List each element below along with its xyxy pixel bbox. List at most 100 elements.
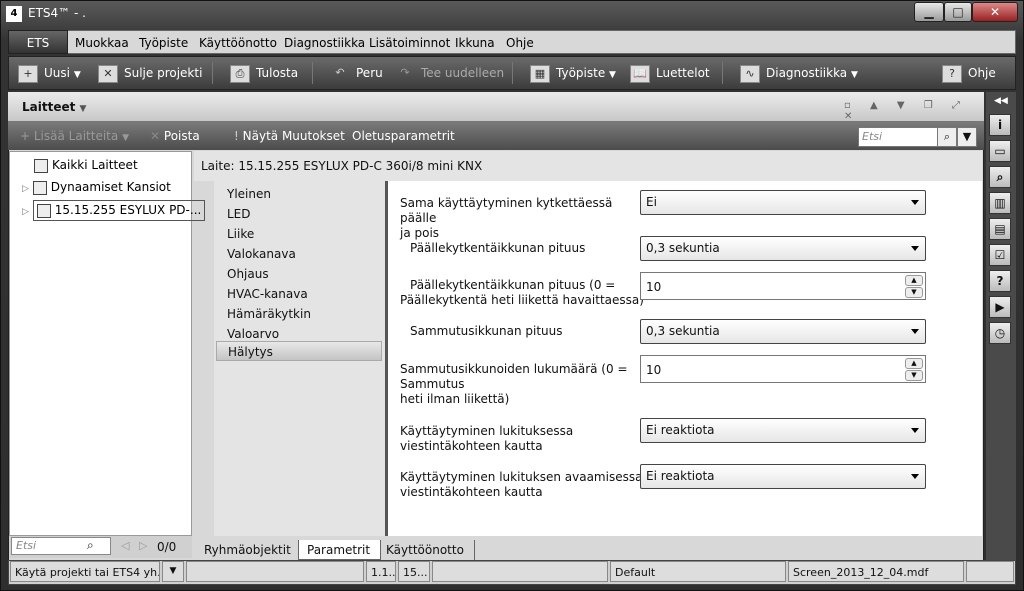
search-icon[interactable]: ⌕ (937, 127, 957, 147)
workspace-button[interactable]: ▦ Työpiste ▼ (530, 56, 616, 90)
printer-icon: ⎙ (230, 64, 250, 83)
param-label: Sammutusikkunan pituus (410, 324, 563, 338)
menu-window[interactable]: Ikkuna (455, 36, 495, 50)
nav-item-alarm[interactable]: Hälytys (216, 341, 382, 361)
collapse-icon[interactable]: ◀◀ (994, 96, 1008, 106)
menu-help[interactable]: Ohje (506, 36, 534, 50)
menu-edit[interactable]: Muokkaa (75, 36, 129, 50)
new-button[interactable]: + Uusi ▼ (18, 56, 81, 90)
help-button[interactable]: ? Ohje (942, 56, 996, 90)
menu-workspace[interactable]: Työpiste (139, 36, 188, 50)
add-devices-button[interactable]: + Lisää Laitteita ▼ (20, 129, 129, 143)
show-changes-button[interactable]: ! Näytä Muutokset (234, 129, 345, 143)
folder-search-icon (32, 180, 47, 195)
spin-up-icon[interactable]: ▲ (905, 275, 923, 286)
checklist-icon[interactable]: ☑ (989, 244, 1011, 266)
param-label: Sama käyttäytyminen kytkettäessä päälle … (400, 196, 613, 240)
default-params-button[interactable]: Oletusparametrit (352, 129, 455, 143)
tab-parameters[interactable]: Parametrit (298, 540, 382, 560)
close-button[interactable]: ✕ (972, 2, 1018, 22)
status-cell (432, 561, 608, 582)
book-icon[interactable]: ▤ (989, 218, 1011, 240)
param-lock-behavior-dropdown[interactable]: Ei reaktiota (640, 418, 926, 443)
info-icon: ! (234, 129, 239, 143)
spin-down-icon[interactable]: ▼ (905, 287, 923, 298)
maximize-button[interactable]: □ (944, 2, 972, 22)
tree-item-device[interactable]: ▷ 15.15.255 ESYLUX PD-... (22, 200, 206, 221)
tree-item-dynamic-folders[interactable]: ▷ Dynaamiset Kansiot (22, 180, 171, 195)
tab-commissioning[interactable]: Käyttöönotto (378, 540, 475, 560)
print-button[interactable]: ⎙ Tulosta (230, 56, 298, 90)
nav-item-led[interactable]: LED (227, 207, 251, 221)
devices-icon (34, 158, 48, 173)
next-icon[interactable]: ▷ (139, 539, 147, 552)
param-off-window-length-dropdown[interactable]: 0,3 sekuntia (640, 319, 926, 344)
undo-button[interactable]: ↶ Peru (330, 56, 382, 90)
prev-icon[interactable]: ◁ (121, 539, 129, 552)
filter-icon[interactable]: ▼ (957, 127, 977, 147)
delete-button[interactable]: ✕ Poista (150, 129, 200, 143)
redo-button[interactable]: ↷ Tee uudelleen (395, 56, 504, 90)
diagnostics-button[interactable]: ∿ Diagnostiikka ▼ (740, 56, 858, 90)
param-unlock-behavior-dropdown[interactable]: Ei reaktiota (640, 464, 926, 489)
dropdown-value: 0,3 sekuntia (646, 324, 720, 338)
chevron-down-icon[interactable]: ▼ (162, 561, 184, 582)
param-on-window-count-input[interactable]: 10 ▲ ▼ (640, 272, 926, 300)
tree-item-label: Kaikki Laitteet (52, 158, 138, 172)
menu-diagnostics[interactable]: Diagnostiikka (284, 36, 365, 50)
search-icon[interactable]: ⌕ (989, 166, 1011, 188)
param-same-behavior-dropdown[interactable]: Ei (640, 190, 926, 215)
param-label: Käyttäytyminen lukituksen avaamisessa vi… (400, 470, 643, 499)
help-icon[interactable]: ? (989, 270, 1011, 292)
book-icon: 📖 (630, 64, 650, 83)
spin-up-icon[interactable]: ▲ (905, 358, 923, 369)
nav-item-light-channel[interactable]: Valokanava (227, 247, 296, 261)
catalogs-label: Luettelot (656, 66, 710, 80)
help-label: Ohje (968, 66, 996, 80)
panel-title[interactable]: Laitteet ▼ (22, 100, 86, 114)
chevron-down-icon (911, 200, 919, 205)
status-line-address: 1.1... (366, 561, 396, 582)
workspace-label: Työpiste (556, 66, 606, 80)
nav-item-control[interactable]: Ohjaus (227, 267, 269, 281)
new-label: Uusi (44, 66, 70, 80)
tab-group-objects[interactable]: Ryhmäobjektit (196, 540, 302, 560)
tree-item-all-devices[interactable]: Kaikki Laitteet (34, 158, 138, 173)
nav-item-motion[interactable]: Liike (227, 227, 254, 241)
redo-label: Tee uudelleen (421, 66, 505, 80)
project-select[interactable]: Käytä projekti tai ETS4 yh... (10, 561, 160, 582)
expand-icon[interactable]: ▷ (22, 184, 29, 194)
ets-logo-icon: 4 (6, 6, 22, 22)
folder-icon[interactable]: ▭ (989, 140, 1011, 162)
menu-commissioning[interactable]: Käyttöönotto (199, 36, 277, 50)
spin-down-icon[interactable]: ▼ (905, 370, 923, 381)
close-project-button[interactable]: ✕ Sulje projekti (98, 56, 202, 90)
nav-item-twilight[interactable]: Hämäräkytkin (227, 307, 311, 321)
play-icon[interactable]: ▶ (989, 296, 1011, 318)
param-on-window-length-dropdown[interactable]: 0,3 sekuntia (640, 236, 926, 261)
menu-extras[interactable]: Lisätoiminnot (369, 36, 450, 50)
param-off-window-count-input[interactable]: 10 ▲ ▼ (640, 355, 926, 383)
search-icon[interactable]: ⌕ (87, 538, 94, 553)
panel-search-input[interactable]: Etsi (858, 127, 938, 147)
panel-header: Laitteet ▼ ▫ ▲ ▼ ❐ ⤢ ✕ (8, 92, 984, 122)
minimize-button[interactable]: ▁ (914, 2, 944, 22)
tree-search-input[interactable]: Etsi (11, 537, 111, 555)
toolbar-separator (722, 62, 723, 84)
nav-item-general[interactable]: Yleinen (227, 187, 271, 201)
param-label: Päällekytkentäikkunan pituus (410, 241, 586, 255)
layout-icon[interactable]: ▥ (989, 192, 1011, 214)
chevron-down-icon: ▼ (79, 104, 87, 114)
help-icon: ? (942, 64, 962, 83)
expand-icon[interactable]: ▷ (22, 207, 29, 217)
panel-window-controls[interactable]: ▫ ▲ ▼ ❐ ⤢ ✕ (844, 100, 984, 122)
status-cell (186, 561, 364, 582)
clock-icon[interactable]: ◷ (989, 322, 1011, 344)
ets-menu-tab[interactable]: ETS (8, 30, 68, 54)
nav-item-hvac[interactable]: HVAC-kanava (227, 287, 308, 301)
nav-item-light-value[interactable]: Valoarvo (227, 327, 279, 341)
info-icon[interactable]: i (989, 114, 1011, 136)
window-title: ETS4™ - . (28, 6, 86, 20)
catalogs-button[interactable]: 📖 Luettelot (630, 56, 710, 90)
parameter-nav: Yleinen LED Liike Valokanava Ohjaus HVAC… (214, 181, 386, 536)
